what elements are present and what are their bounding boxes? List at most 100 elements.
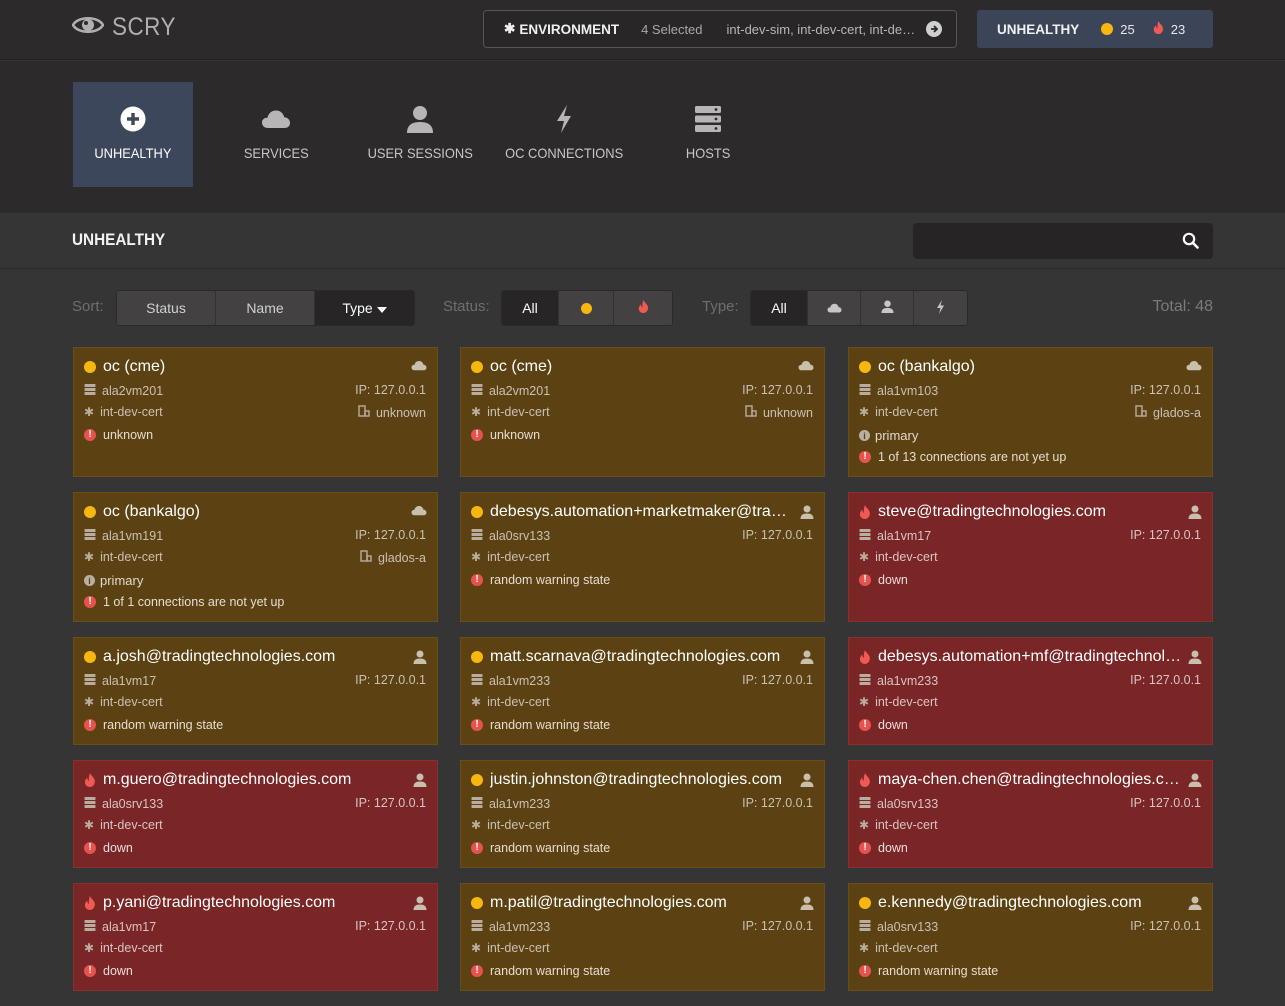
asterisk-icon: ✱ [84, 695, 95, 709]
exclamation-icon: ! [471, 429, 483, 441]
card-name: oc (cme) [490, 358, 553, 375]
card-message: ! unknown [471, 428, 540, 442]
status-warning-button[interactable] [559, 291, 614, 325]
status-critical-button[interactable] [614, 291, 672, 325]
status-card[interactable]: maya-chen.chen@tradingtechnologies.com al… [848, 760, 1213, 868]
server-icon [694, 104, 722, 134]
user-icon [1188, 505, 1202, 522]
cloud-icon [411, 505, 427, 519]
card-environment: ✱ int-dev-cert [471, 818, 550, 832]
user-icon [1188, 773, 1202, 790]
status-card[interactable]: oc (cme) ala2vm201 IP: 127.0.0.1 ✱ int-dev-c… [73, 347, 438, 477]
status-card[interactable]: matt.scarnava@tradingtechnologies.com ala… [460, 637, 825, 745]
info-icon: i [859, 430, 870, 441]
unhealthy-summary[interactable]: UNHEALTHY 25 23 [977, 10, 1213, 48]
asterisk-icon: ✱ [859, 405, 870, 419]
sort-type-button[interactable]: Type [315, 291, 414, 325]
status-card[interactable]: oc (bankalgo) ala1vm103 IP: 127.0.0.1 ✱ int-… [848, 347, 1213, 477]
status-card[interactable]: oc (cme) ala2vm201 IP: 127.0.0.1 ✱ int-dev-c… [460, 347, 825, 477]
exclamation-icon: ! [471, 965, 483, 977]
status-card[interactable]: debesys.automation+mf@tradingtechnologie… [848, 637, 1213, 745]
server-icon [471, 920, 483, 934]
status-card[interactable]: p.yani@tradingtechnologies.com ala1vm17 IP… [73, 883, 438, 991]
card-environment: ✱ int-dev-cert [471, 550, 550, 564]
nav-services[interactable]: SERVICES [216, 82, 336, 187]
unhealthy-summary-label: UNHEALTHY [997, 21, 1080, 37]
status-card[interactable]: steve@tradingtechnologies.com ala1vm17 IP:… [848, 492, 1213, 622]
exclamation-icon: ! [471, 842, 483, 854]
filter-bar: Sort: Status Name Type Status: All Type:… [0, 285, 1285, 331]
card-name: m.guero@tradingtechnologies.com [103, 771, 352, 788]
type-users-button[interactable] [861, 291, 914, 325]
asterisk-icon: ✱ [471, 695, 482, 709]
eye-icon [71, 12, 105, 43]
warn-count-badge: 25 [1101, 22, 1135, 37]
type-all-button[interactable]: All [751, 291, 808, 325]
cloud-icon [798, 360, 814, 374]
status-card[interactable]: m.guero@tradingtechnologies.com ala0srv13… [73, 760, 438, 868]
status-all-button[interactable]: All [502, 291, 559, 325]
server-icon [84, 384, 96, 398]
card-host: ala0srv133 [859, 920, 938, 934]
card-ip: IP: 127.0.0.1 [1130, 528, 1201, 542]
card-name: oc (bankalgo) [878, 358, 975, 375]
asterisk-icon: ✱ [471, 550, 482, 564]
card-name: m.patil@tradingtechnologies.com [490, 894, 727, 911]
info-icon: i [84, 575, 95, 586]
plus-circle-icon [120, 104, 146, 134]
nav-unhealthy[interactable]: UNHEALTHY [73, 82, 193, 187]
card-environment: ✱ int-dev-cert [84, 550, 163, 564]
asterisk-icon: ✱ [84, 550, 95, 564]
logo[interactable]: SCRY [71, 12, 183, 43]
nav-hosts[interactable]: HOSTS [648, 82, 768, 187]
card-title: matt.scarnava@tradingtechnologies.com [471, 648, 794, 666]
card-host: ala1vm17 [84, 920, 156, 934]
card-title: p.yani@tradingtechnologies.com [84, 894, 407, 912]
card-title: m.patil@tradingtechnologies.com [471, 894, 794, 912]
status-card[interactable]: justin.johnston@tradingtechnologies.com a… [460, 760, 825, 868]
status-card[interactable]: m.patil@tradingtechnologies.com ala1vm233… [460, 883, 825, 991]
card-environment: ✱ int-dev-cert [471, 405, 550, 419]
warning-dot-icon [580, 302, 592, 314]
card-host: ala1vm191 [84, 529, 163, 543]
card-name: debesys.automation+mf@tradingtechnologie… [878, 648, 1182, 665]
card-name: a.josh@tradingtechnologies.com [103, 648, 336, 665]
card-host: ala1vm233 [471, 797, 550, 811]
search-icon[interactable] [1182, 232, 1199, 254]
nav-oc-connections[interactable]: OC CONNECTIONS [504, 82, 624, 187]
card-message: ! random warning state [471, 573, 610, 587]
environment-selector[interactable]: ✱ ENVIRONMENT 4 Selected int-dev-sim, in… [483, 10, 957, 48]
card-ip: IP: 127.0.0.1 [742, 383, 813, 397]
flame-icon [859, 650, 871, 664]
card-server: glados-a [1135, 405, 1201, 420]
status-card[interactable]: oc (bankalgo) ala1vm191 IP: 127.0.0.1 ✱ int-… [73, 492, 438, 622]
sort-status-button[interactable]: Status [117, 291, 216, 325]
status-card[interactable]: debesys.automation+marketmaker@tradingte… [460, 492, 825, 622]
nav-user-sessions[interactable]: USER SESSIONS [360, 82, 480, 187]
type-connections-button[interactable] [914, 291, 967, 325]
card-name: steve@tradingtechnologies.com [878, 503, 1106, 520]
status-card[interactable]: a.josh@tradingtechnologies.com ala1vm17 IP… [73, 637, 438, 745]
type-services-button[interactable] [808, 291, 861, 325]
exclamation-icon: ! [859, 574, 871, 586]
sort-name-button[interactable]: Name [216, 291, 315, 325]
app-name: SCRY [112, 12, 176, 41]
exclamation-icon: ! [84, 429, 96, 441]
card-ip: IP: 127.0.0.1 [355, 919, 426, 933]
card-message: ! down [859, 573, 908, 587]
server-icon [859, 920, 871, 934]
card-message: ! down [859, 841, 908, 855]
card-host: ala2vm201 [471, 384, 550, 398]
arrow-right-circle-icon[interactable] [926, 21, 942, 37]
card-message: ! down [84, 964, 133, 978]
card-name: oc (cme) [103, 358, 166, 375]
search-input[interactable] [913, 223, 1213, 259]
card-ip: IP: 127.0.0.1 [742, 673, 813, 687]
flame-icon [638, 300, 649, 316]
card-ip: IP: 127.0.0.1 [355, 383, 426, 397]
warning-dot-icon [471, 897, 483, 909]
status-card[interactable]: e.kennedy@tradingtechnologies.com ala0srv… [848, 883, 1213, 991]
card-message: ! random warning state [471, 841, 610, 855]
card-environment: ✱ int-dev-cert [859, 405, 938, 419]
warning-dot-icon [471, 651, 483, 663]
